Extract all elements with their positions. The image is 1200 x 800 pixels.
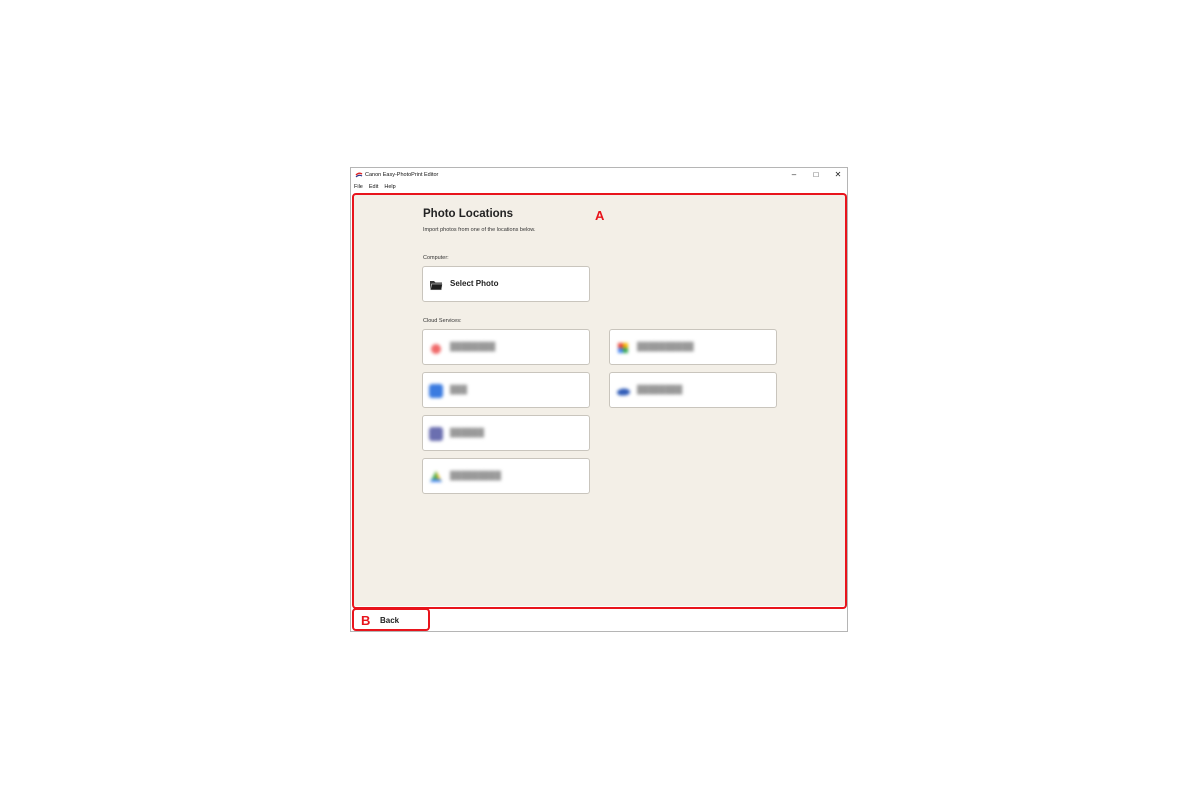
maximize-button[interactable]: □ [805, 168, 827, 182]
cloud-service-1-label: ████████ [450, 342, 496, 351]
window-title: Canon Easy-PhotoPrint Editor [365, 172, 439, 178]
title-bar[interactable]: Canon Easy-PhotoPrint Editor – □ ✕ [351, 168, 847, 182]
red-service-icon [431, 344, 441, 354]
footer-bar [353, 606, 847, 631]
computer-section-label: Computer: [423, 255, 449, 261]
pinwheel-icon [618, 343, 628, 353]
cloud-service-5-button[interactable]: ██████████ [609, 329, 777, 365]
minimize-button[interactable]: – [783, 168, 805, 182]
page-title: Photo Locations [423, 208, 514, 220]
multicolor-drive-icon [430, 471, 442, 482]
menu-edit[interactable]: Edit [366, 182, 381, 192]
annotation-label-b: B [361, 613, 371, 628]
menu-help[interactable]: Help [381, 182, 398, 192]
cloud-icon [617, 388, 630, 396]
back-button[interactable]: Back [380, 616, 399, 625]
annotation-label-a: A [595, 208, 605, 223]
cloud-service-4-label: █████████ [450, 471, 502, 480]
folder-icon [430, 281, 443, 291]
cloud-service-4-button[interactable]: █████████ [422, 458, 590, 494]
purple-square-icon [429, 427, 443, 441]
cloud-service-6-button[interactable]: ████████ [609, 372, 777, 408]
cloud-service-3-label: ██████ [450, 428, 485, 437]
app-logo-icon [355, 172, 363, 178]
select-photo-label: Select Photo [450, 279, 499, 288]
menu-bar: File Edit Help [351, 182, 399, 192]
close-button[interactable]: ✕ [827, 168, 849, 182]
cloud-service-3-button[interactable]: ██████ [422, 415, 590, 451]
cloud-service-6-label: ████████ [637, 385, 683, 394]
cloud-service-2-label: ███ [450, 385, 468, 394]
select-photo-button[interactable]: Select Photo [422, 266, 590, 302]
menu-file[interactable]: File [351, 182, 366, 192]
cloud-service-1-button[interactable]: ████████ [422, 329, 590, 365]
cloud-service-5-label: ██████████ [637, 342, 694, 351]
cloud-service-2-button[interactable]: ███ [422, 372, 590, 408]
page-subtitle: Import photos from one of the locations … [423, 227, 536, 233]
cloud-section-label: Cloud Services: [423, 318, 462, 324]
blue-square-icon [429, 384, 443, 398]
